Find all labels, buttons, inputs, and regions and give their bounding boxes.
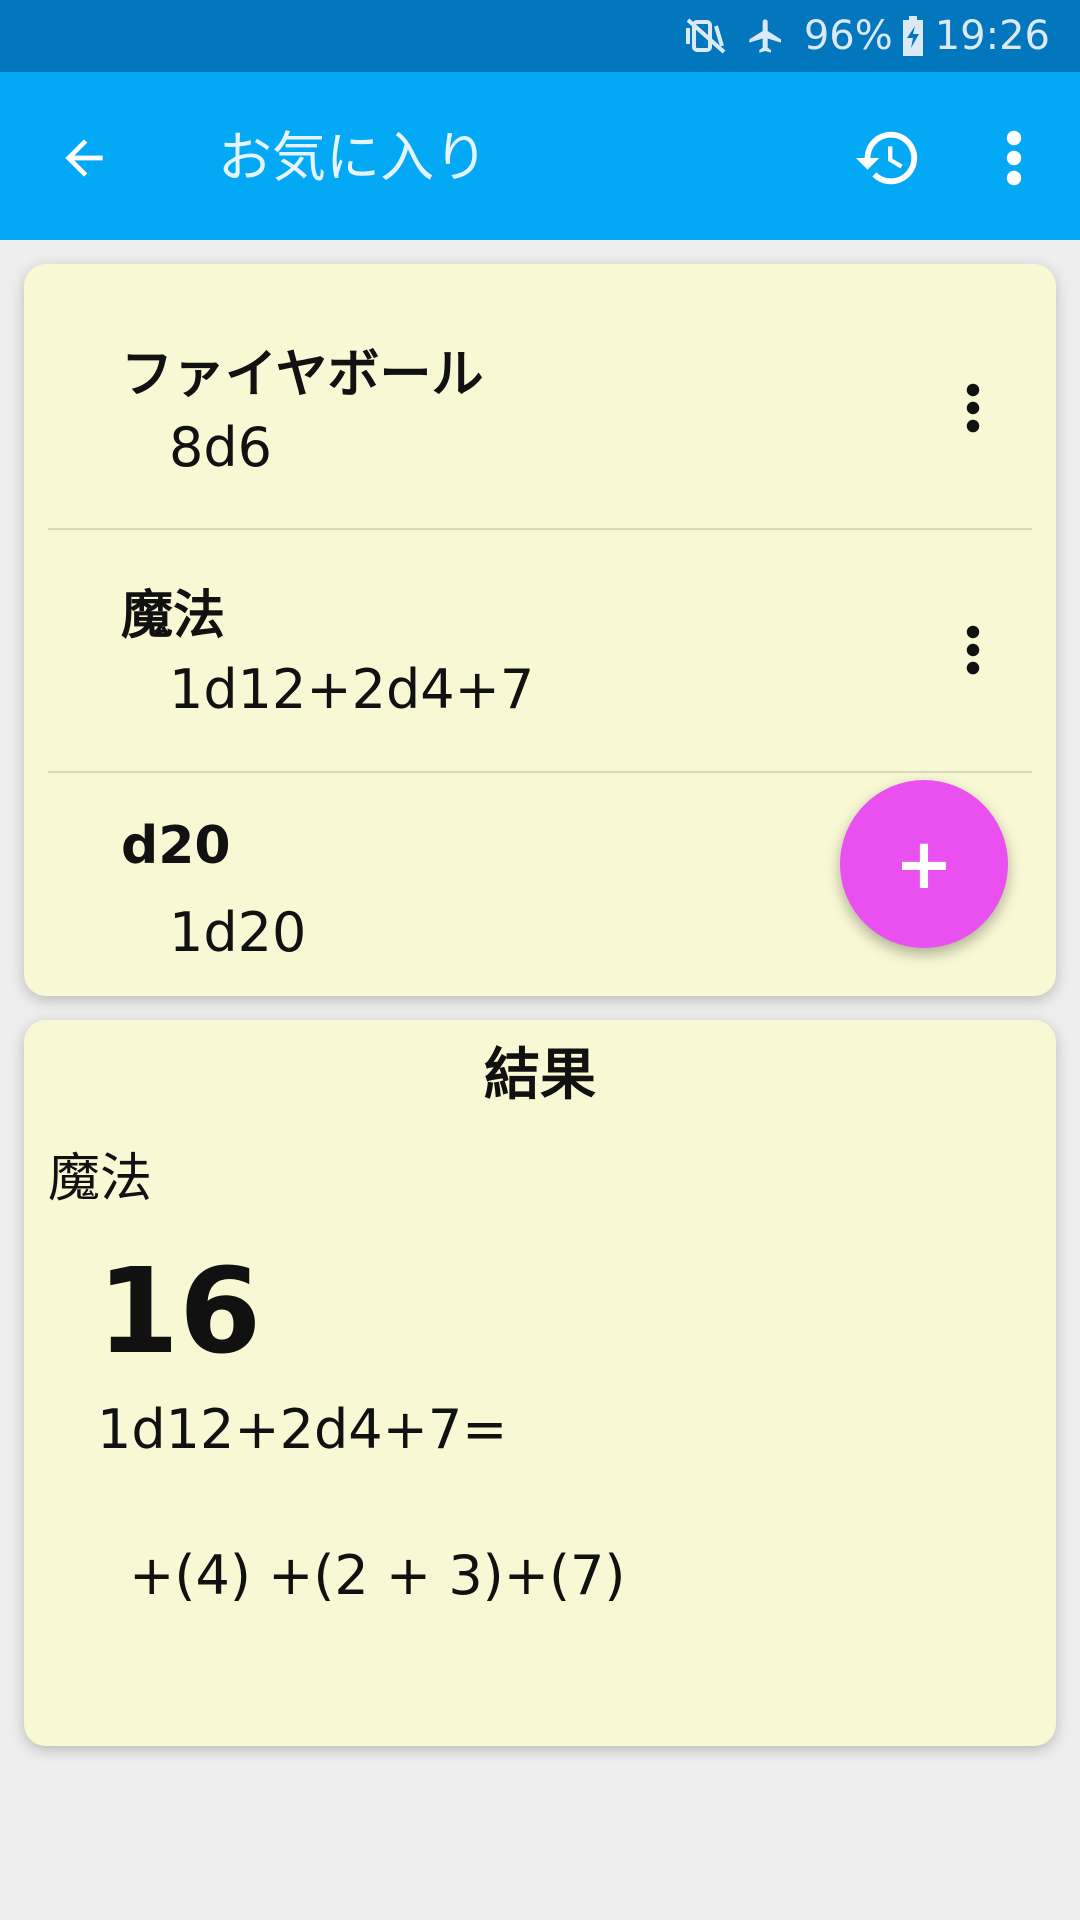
result-expression: 1d12+2d4+7= [97, 1398, 508, 1461]
battery-charging-icon [901, 16, 925, 56]
status-bar: 96% 19:26 [0, 0, 1080, 72]
back-button[interactable] [48, 122, 120, 194]
battery-percent: 96% [803, 13, 893, 59]
overflow-menu-icon [1006, 130, 1022, 186]
favorite-name: d20 [121, 816, 231, 876]
airplane-icon [746, 16, 786, 56]
result-breakdown: +(4) +(2 + 3)+(7) [112, 1544, 626, 1607]
overflow-menu-button[interactable] [990, 120, 1038, 196]
result-card: 結果 魔法 16 1d12+2d4+7= +(4) +(2 + 3)+(7) [24, 1020, 1056, 1746]
favorite-name: ファイヤボール [121, 345, 484, 405]
result-header: 結果 [484, 1043, 596, 1108]
history-button[interactable] [850, 120, 926, 196]
favorite-menu-button[interactable] [948, 615, 998, 685]
add-favorite-button[interactable]: + [840, 780, 1008, 948]
favorite-formula: 1d20 [169, 901, 307, 964]
favorite-name: 魔法 [121, 586, 226, 646]
favorite-formula: 8d6 [169, 416, 272, 479]
back-arrow-icon [65, 139, 103, 177]
page-title: お気に入り [218, 126, 488, 189]
history-icon [855, 131, 918, 185]
plus-icon: + [894, 823, 954, 905]
overflow-menu-icon [966, 383, 980, 433]
vibrate-mute-icon [684, 16, 728, 56]
favorite-item[interactable]: ファイヤボール 8d6 [48, 264, 1032, 507]
result-name: 魔法 [48, 1149, 153, 1209]
favorite-formula: 1d12+2d4+7 [169, 658, 535, 721]
overflow-menu-icon [966, 625, 980, 675]
clock: 19:26 [934, 13, 1050, 59]
favorite-menu-button[interactable] [948, 373, 998, 443]
result-total: 16 [97, 1242, 262, 1380]
app-bar: お気に入り [0, 72, 1080, 240]
favorite-item[interactable]: 魔法 1d12+2d4+7 [48, 530, 1032, 773]
